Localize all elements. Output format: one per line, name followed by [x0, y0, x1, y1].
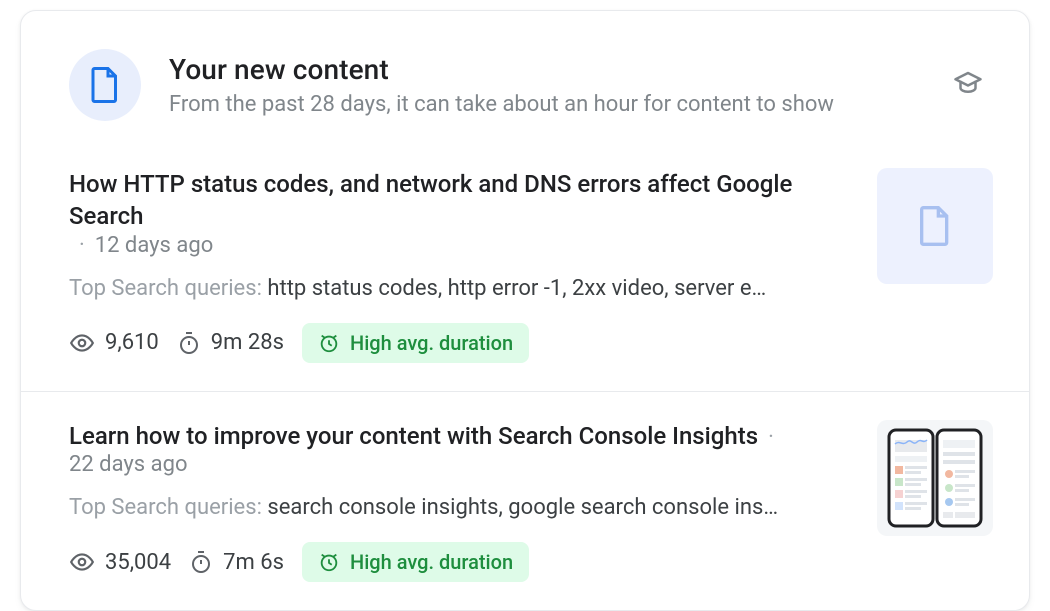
views-value: 35,004 — [105, 550, 171, 575]
duration-stat: 9m 28s — [177, 330, 284, 355]
top-queries-label: Top Search queries: — [69, 276, 267, 301]
top-queries: Top Search queries: search console insig… — [69, 495, 849, 520]
views-stat: 9,610 — [69, 330, 159, 356]
header-text: Your new content From the past 28 days, … — [169, 53, 919, 117]
card-subtitle: From the past 28 days, it can take about… — [169, 92, 919, 117]
stopwatch-icon — [189, 550, 213, 574]
top-queries: Top Search queries: http status codes, h… — [69, 276, 849, 301]
duration-value: 7m 6s — [223, 550, 284, 575]
eye-icon — [69, 549, 95, 575]
new-content-card: Your new content From the past 28 days, … — [20, 10, 1030, 611]
content-item-age: 22 days ago — [69, 452, 188, 477]
page-icon — [90, 67, 120, 103]
top-queries-value: search console insights, google search c… — [267, 495, 778, 520]
duration-stat: 7m 6s — [189, 550, 284, 575]
card-header: Your new content From the past 28 days, … — [21, 11, 1029, 139]
content-item-main: Learn how to improve your content with S… — [69, 420, 849, 582]
eye-icon — [69, 330, 95, 356]
top-queries-value: http status codes, http error -1, 2xx vi… — [267, 276, 766, 301]
page-icon — [918, 206, 952, 246]
content-item-title-line: Learn how to improve your content with S… — [69, 420, 849, 477]
content-item[interactable]: How HTTP status codes, and network and D… — [21, 139, 1029, 391]
alarm-icon — [318, 332, 340, 354]
duration-value: 9m 28s — [211, 330, 284, 355]
separator-dot: · — [758, 425, 784, 450]
content-item-title-line: How HTTP status codes, and network and D… — [69, 168, 849, 258]
top-queries-label: Top Search queries: — [69, 495, 267, 520]
content-thumbnail — [877, 168, 993, 284]
content-item-title: How HTTP status codes, and network and D… — [69, 168, 849, 233]
content-item-title: Learn how to improve your content with S… — [69, 420, 758, 452]
card-title: Your new content — [169, 53, 919, 86]
stopwatch-icon — [177, 331, 201, 355]
alarm-icon — [318, 551, 340, 573]
content-item-main: How HTTP status codes, and network and D… — [69, 168, 849, 363]
graduation-cap-icon — [953, 68, 983, 98]
badge-text: High avg. duration — [350, 331, 513, 355]
stats-line: 9,610 9m 28s — [69, 323, 849, 363]
page-icon-badge — [69, 49, 141, 121]
separator-dot: · — [69, 233, 95, 258]
content-item-age: 12 days ago — [95, 233, 214, 258]
content-item[interactable]: Learn how to improve your content with S… — [21, 391, 1029, 610]
high-duration-badge: High avg. duration — [302, 542, 529, 582]
phone-mockup-icon — [877, 420, 993, 536]
content-thumbnail — [877, 420, 993, 536]
views-stat: 35,004 — [69, 549, 171, 575]
badge-text: High avg. duration — [350, 550, 513, 574]
high-duration-badge: High avg. duration — [302, 323, 529, 363]
stats-line: 35,004 7m 6s — [69, 542, 849, 582]
content-list: How HTTP status codes, and network and D… — [21, 139, 1029, 610]
learn-more-button[interactable] — [947, 62, 989, 108]
views-value: 9,610 — [105, 330, 159, 355]
